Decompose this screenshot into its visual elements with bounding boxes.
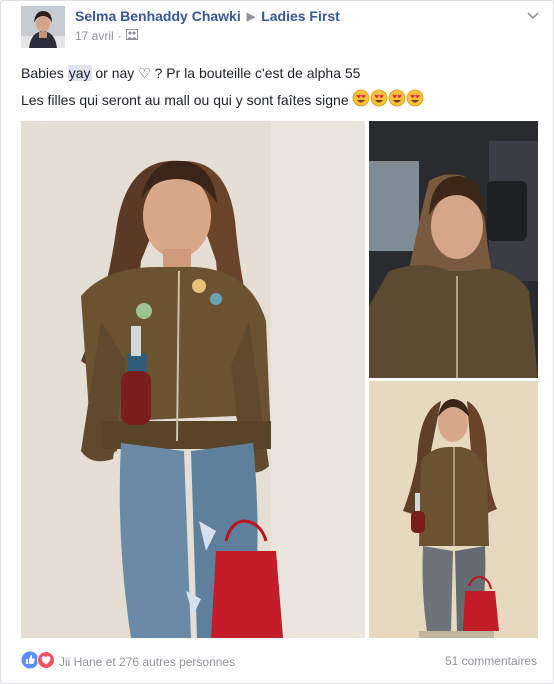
post-text-2: Les filles qui seront au mall ou qui y s… [21,92,349,109]
hashtag-highlight[interactable]: yay [67,65,92,81]
chevron-down-icon [527,12,539,20]
post-text-a: Babies [21,65,68,81]
post-text-line-2: Les filles qui seront au mall ou qui y s… [21,89,424,112]
post-photo-full[interactable] [369,381,538,638]
group-name[interactable]: Ladies First [261,8,340,24]
post-date[interactable]: 17 avril [75,29,114,43]
post-options-button[interactable] [527,7,539,25]
emoji-group [352,89,424,110]
arrow-right-icon: ▶ [246,11,256,23]
post-text-b: or nay ♡ ? Pr la bouteille c'est de alph… [91,65,361,81]
post-text-line-1: Babies yay or nay ♡ ? Pr la bouteille c'… [21,65,360,82]
reaction-icons[interactable] [21,651,55,672]
author-name[interactable]: Selma Benhaddy Chawki [75,8,241,24]
heart-eyes-emoji-icon [352,89,424,107]
avatar[interactable] [21,6,65,48]
group-privacy-icon [125,28,138,43]
post-footer: Jii Hane et 276 autres personnes 51 comm… [21,651,539,672]
reactions-summary[interactable]: Jii Hane et 276 autres personnes [59,655,235,669]
post-photo-car[interactable] [369,121,538,378]
comments-count[interactable]: 51 commentaires [445,654,537,668]
post-header: Selma Benhaddy Chawki ▶ Ladies First [75,8,340,24]
post-photo-main[interactable] [21,121,365,638]
post-card: Selma Benhaddy Chawki ▶ Ladies First 17 av… [0,0,554,684]
love-icon [37,651,55,672]
post-meta: 17 avril · [75,28,138,44]
separator-dot: · [117,29,122,43]
